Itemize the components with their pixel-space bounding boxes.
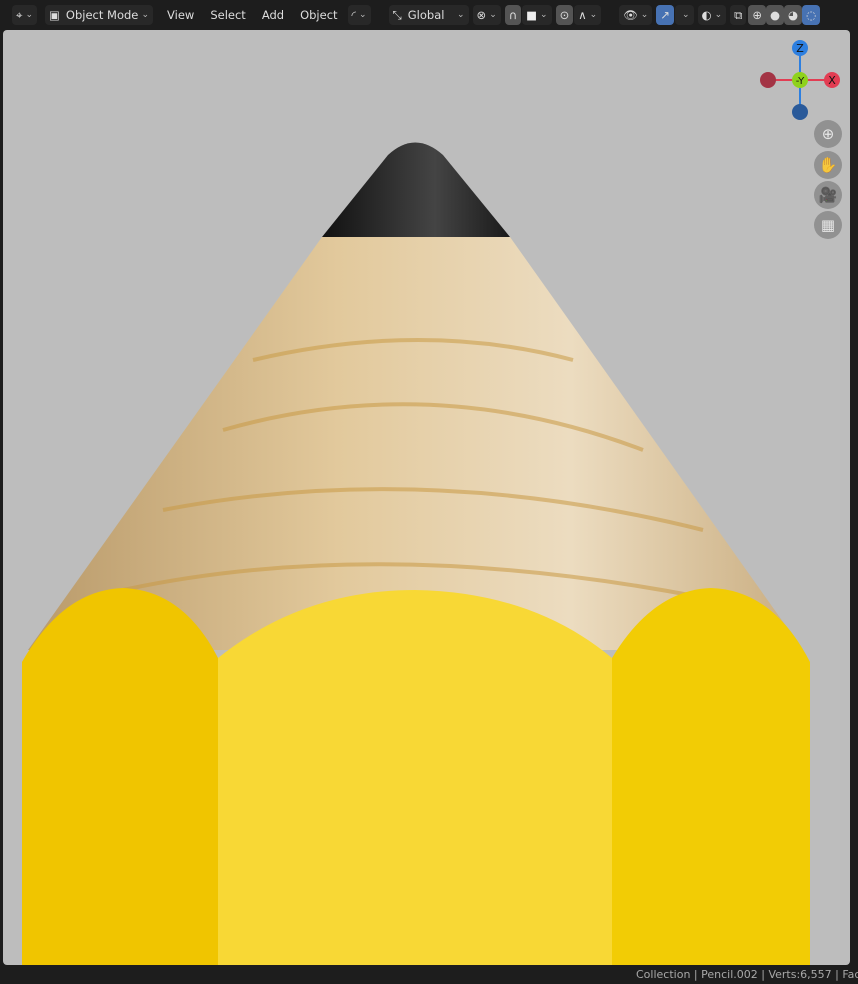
pencil-body-right	[612, 588, 810, 965]
mode-select[interactable]: ▣ Object Mode ⌄	[45, 5, 154, 25]
menu-view[interactable]: View	[161, 8, 200, 22]
gp-button[interactable]: ◜ ⌄	[347, 5, 371, 25]
gizmo-neg-x-axis	[760, 72, 776, 88]
visibility-button[interactable]: 👁 ⌄	[619, 5, 653, 25]
material-icon: ◕	[788, 8, 799, 22]
hand-pan-icon[interactable]: ✋	[814, 151, 842, 179]
pencil-body-left	[22, 588, 218, 965]
svg-text:Z: Z	[796, 42, 804, 55]
grid-icon[interactable]: ▦	[814, 211, 842, 239]
editor-type-button[interactable]: ⌖ ⌄	[12, 5, 38, 25]
svg-text:X: X	[828, 74, 836, 87]
solid-icon: ●	[769, 8, 781, 22]
gizmo-icon: ↗	[660, 8, 670, 22]
navigation-gizmo[interactable]: Z X -Y	[758, 38, 848, 128]
shading-wireframe[interactable]: ⊕	[748, 5, 766, 25]
pencil-body-middle	[218, 590, 612, 965]
overlay-icon: ◐	[701, 8, 712, 22]
editor-type-icon: ⌖	[16, 7, 23, 22]
status-bar: Collection | Pencil.002 | Verts:6,557 | …	[0, 965, 858, 984]
shading-rendered[interactable]: ◌	[802, 5, 821, 25]
menu-add[interactable]: Add	[256, 8, 290, 22]
zoom-icon[interactable]: ⊕	[814, 120, 842, 148]
orientation-select[interactable]: ⤡ Global ⌄	[388, 5, 469, 25]
falloff-icon: ∧	[578, 8, 587, 22]
viewport-header: ⌖ ⌄ ▣ Object Mode ⌄ View Select Add Object …	[0, 0, 858, 30]
pencil-render	[22, 142, 810, 965]
proportional-icon: ⊙	[559, 8, 570, 22]
curve-icon: ◜	[351, 8, 356, 22]
pencil-wood	[28, 237, 803, 650]
pivot-icon: ⊗	[476, 8, 487, 22]
shading-solid[interactable]: ●	[765, 5, 785, 25]
orientation-icon: ⤡	[392, 7, 402, 22]
menu-select[interactable]: Select	[204, 8, 251, 22]
pivot-button[interactable]: ⊗ ⌄	[472, 5, 501, 25]
square-icon: ■	[526, 8, 538, 22]
xray-icon: ⧉	[734, 7, 743, 22]
eye-icon: 👁	[623, 8, 638, 22]
gizmo-neg-z-axis	[792, 104, 808, 120]
menu-object[interactable]: Object	[294, 8, 343, 22]
wireframe-icon: ⊕	[752, 8, 762, 22]
status-text: Collection | Pencil.002 | Verts:6,557 | …	[636, 968, 858, 981]
shading-material[interactable]: ◕	[784, 5, 803, 25]
magnet-icon: ∩	[508, 8, 518, 22]
object-mode-icon: ▣	[49, 8, 60, 22]
svg-text:-Y: -Y	[796, 76, 805, 87]
snap-toggle[interactable]: ∩	[504, 5, 522, 25]
gizmo-toggle[interactable]: ↗	[656, 5, 674, 25]
overlay-toggle[interactable]: ◐ ⌄	[697, 5, 727, 25]
pencil-lead	[322, 142, 510, 237]
camera-icon[interactable]: 🎥	[814, 181, 842, 209]
3d-viewport[interactable]: Z X -Y ⊕ ✋ 🎥 ▦	[3, 30, 850, 965]
falloff-button[interactable]: ∧ ⌄	[574, 5, 602, 25]
proportional-toggle[interactable]: ⊙	[555, 5, 574, 25]
gizmo-dropdown[interactable]: ⌄	[674, 5, 694, 25]
rendered-icon: ◌	[806, 8, 817, 22]
xray-toggle[interactable]: ⧉	[730, 5, 747, 25]
snap-target[interactable]: ■ ⌄	[522, 5, 552, 25]
